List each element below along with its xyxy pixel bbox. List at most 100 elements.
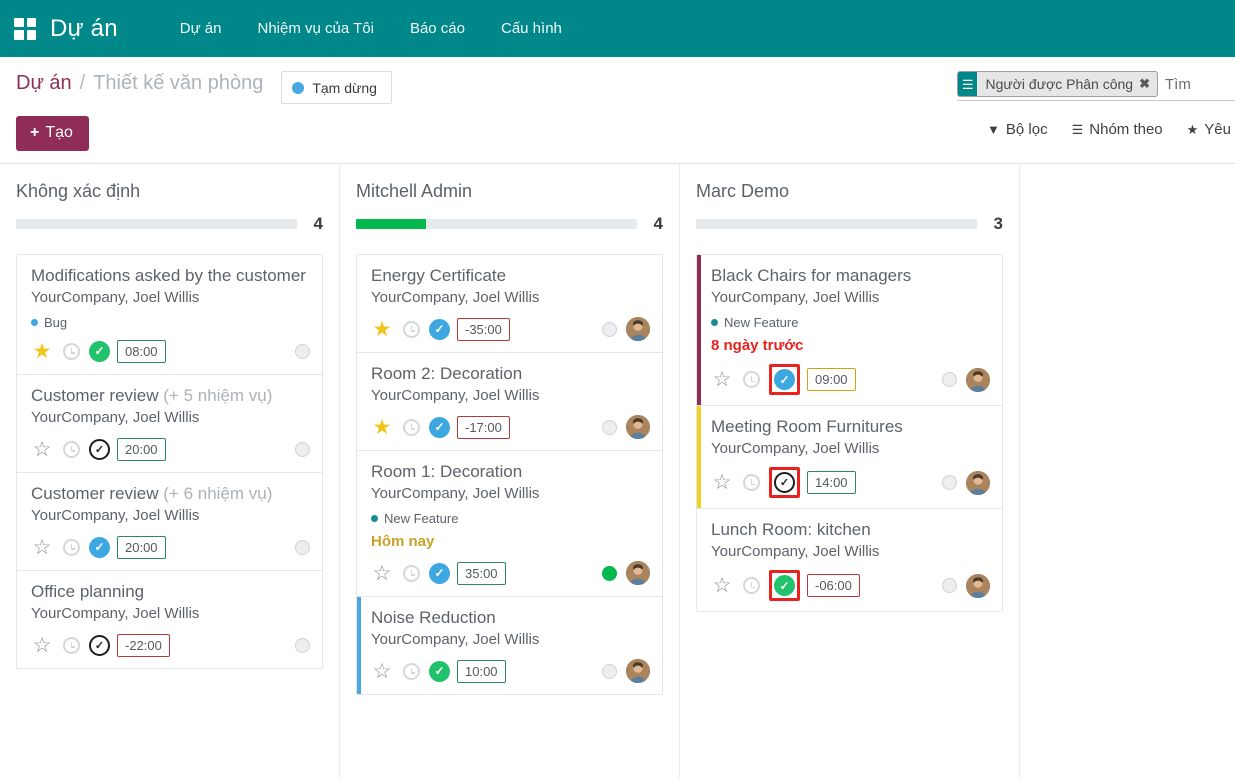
kanban-column-progress: 3: [696, 214, 1003, 234]
kanban-check-icon[interactable]: ✓: [429, 661, 450, 682]
kanban-card[interactable]: Customer review (+ 5 nhiệm vụ)YourCompan…: [17, 375, 322, 473]
timesheet-clock-icon[interactable]: [400, 318, 422, 340]
remaining-hours-badge[interactable]: 14:00: [807, 471, 856, 494]
kanban-state-dot[interactable]: [295, 442, 310, 457]
card-tag[interactable]: New Feature: [711, 315, 990, 330]
timesheet-clock-icon[interactable]: [60, 536, 82, 558]
kanban-check-icon[interactable]: ✓: [774, 472, 795, 493]
avatar[interactable]: [626, 659, 650, 683]
priority-star-icon[interactable]: ☆: [371, 562, 393, 584]
kanban-check-icon[interactable]: ✓: [774, 369, 795, 390]
kanban-card[interactable]: Modifications asked by the customerYourC…: [17, 255, 322, 375]
timesheet-clock-icon[interactable]: [740, 472, 762, 494]
kanban-state-dot[interactable]: [942, 372, 957, 387]
priority-star-icon[interactable]: ☆: [711, 575, 733, 597]
priority-star-icon[interactable]: ☆: [31, 438, 53, 460]
kanban-column-title[interactable]: Không xác định: [16, 180, 323, 202]
kanban-card[interactable]: Energy CertificateYourCompany, Joel Will…: [357, 255, 662, 353]
avatar[interactable]: [626, 415, 650, 439]
progress-bar[interactable]: [356, 219, 637, 229]
control-panel: Dự án / Thiết kế văn phòng Tạm dừng + Tạ…: [0, 57, 1235, 164]
nav-item-my-tasks[interactable]: Nhiệm vụ của Tôi: [240, 20, 392, 37]
nav-item-projects[interactable]: Dự án: [162, 20, 240, 37]
avatar[interactable]: [966, 368, 990, 392]
kanban-check-icon[interactable]: ✓: [89, 341, 110, 362]
favorites-button[interactable]: ★ Yêu: [1177, 115, 1235, 144]
kanban-state-dot[interactable]: [602, 322, 617, 337]
priority-star-icon[interactable]: ★: [31, 340, 53, 362]
priority-star-icon[interactable]: ☆: [711, 472, 733, 494]
remaining-hours-badge[interactable]: 09:00: [807, 368, 856, 391]
kanban-state-dot[interactable]: [295, 638, 310, 653]
kanban-state-dot[interactable]: [942, 475, 957, 490]
card-tag[interactable]: New Feature: [371, 511, 650, 526]
remaining-hours-badge[interactable]: 35:00: [457, 562, 506, 585]
timesheet-clock-icon[interactable]: [60, 438, 82, 460]
nav-item-configuration[interactable]: Cấu hình: [483, 20, 580, 37]
avatar[interactable]: [966, 574, 990, 598]
remaining-hours-badge[interactable]: 20:00: [117, 536, 166, 559]
kanban-card[interactable]: Meeting Room FurnituresYourCompany, Joel…: [697, 406, 1002, 509]
create-button[interactable]: + Tạo: [16, 116, 89, 151]
kanban-state-dot[interactable]: [602, 664, 617, 679]
card-title: Room 1: Decoration: [371, 461, 650, 483]
priority-star-icon[interactable]: ★: [371, 416, 393, 438]
avatar[interactable]: [626, 317, 650, 341]
kanban-check-icon[interactable]: ✓: [429, 319, 450, 340]
kanban-column-title[interactable]: Marc Demo: [696, 180, 1003, 202]
kanban-card[interactable]: Room 2: DecorationYourCompany, Joel Will…: [357, 353, 662, 451]
timesheet-clock-icon[interactable]: [400, 562, 422, 584]
priority-star-icon[interactable]: ☆: [711, 369, 733, 391]
avatar[interactable]: [626, 561, 650, 585]
app-brand-title[interactable]: Dự án: [50, 15, 118, 43]
kanban-check-icon[interactable]: ✓: [89, 635, 110, 656]
progress-bar[interactable]: [16, 219, 297, 229]
breadcrumb-root[interactable]: Dự án: [16, 71, 72, 95]
priority-star-icon[interactable]: ★: [371, 318, 393, 340]
avatar[interactable]: [966, 471, 990, 495]
search-input[interactable]: [1165, 76, 1235, 93]
filters-button[interactable]: ▼ Bộ lọc: [977, 115, 1058, 144]
kanban-state-dot[interactable]: [942, 578, 957, 593]
timesheet-clock-icon[interactable]: [60, 340, 82, 362]
remaining-hours-badge[interactable]: -06:00: [807, 574, 860, 597]
remaining-hours-badge[interactable]: 10:00: [457, 660, 506, 683]
kanban-check-icon[interactable]: ✓: [429, 563, 450, 584]
card-tag[interactable]: Bug: [31, 315, 310, 330]
remaining-hours-badge[interactable]: 20:00: [117, 438, 166, 461]
timesheet-clock-icon[interactable]: [740, 369, 762, 391]
remaining-hours-badge[interactable]: -22:00: [117, 634, 170, 657]
kanban-state-dot[interactable]: [295, 540, 310, 555]
group-by-button[interactable]: ☰ Nhóm theo: [1062, 115, 1173, 144]
kanban-check-icon[interactable]: ✓: [429, 417, 450, 438]
timesheet-clock-icon[interactable]: [740, 575, 762, 597]
close-icon[interactable]: ✖: [1139, 76, 1157, 92]
priority-star-icon[interactable]: ☆: [31, 634, 53, 656]
remaining-hours-badge[interactable]: 08:00: [117, 340, 166, 363]
timesheet-clock-icon[interactable]: [400, 660, 422, 682]
kanban-card[interactable]: Customer review (+ 6 nhiệm vụ)YourCompan…: [17, 473, 322, 571]
kanban-state-dot[interactable]: [295, 344, 310, 359]
kanban-state-dot[interactable]: [602, 420, 617, 435]
kanban-check-icon[interactable]: ✓: [89, 439, 110, 460]
search-facet-assignee[interactable]: ☰ Người được Phân công ✖: [957, 71, 1158, 97]
kanban-card[interactable]: Room 1: DecorationYourCompany, Joel Will…: [357, 451, 662, 597]
kanban-state-dot[interactable]: [602, 566, 617, 581]
progress-bar[interactable]: [696, 219, 977, 229]
kanban-check-icon[interactable]: ✓: [774, 575, 795, 596]
kanban-card[interactable]: Office planningYourCompany, Joel Willis☆…: [17, 571, 322, 668]
nav-item-reporting[interactable]: Báo cáo: [392, 20, 483, 37]
kanban-card[interactable]: Noise ReductionYourCompany, Joel Willis☆…: [357, 597, 662, 694]
kanban-check-icon[interactable]: ✓: [89, 537, 110, 558]
remaining-hours-badge[interactable]: -35:00: [457, 318, 510, 341]
remaining-hours-badge[interactable]: -17:00: [457, 416, 510, 439]
priority-star-icon[interactable]: ☆: [31, 536, 53, 558]
kanban-card[interactable]: Black Chairs for managersYourCompany, Jo…: [697, 255, 1002, 406]
kanban-card[interactable]: Lunch Room: kitchenYourCompany, Joel Wil…: [697, 509, 1002, 611]
priority-star-icon[interactable]: ☆: [371, 660, 393, 682]
apps-grid-icon[interactable]: [14, 18, 36, 40]
timesheet-clock-icon[interactable]: [60, 634, 82, 656]
timesheet-clock-icon[interactable]: [400, 416, 422, 438]
kanban-column-title[interactable]: Mitchell Admin: [356, 180, 663, 202]
status-badge[interactable]: Tạm dừng: [281, 71, 392, 104]
